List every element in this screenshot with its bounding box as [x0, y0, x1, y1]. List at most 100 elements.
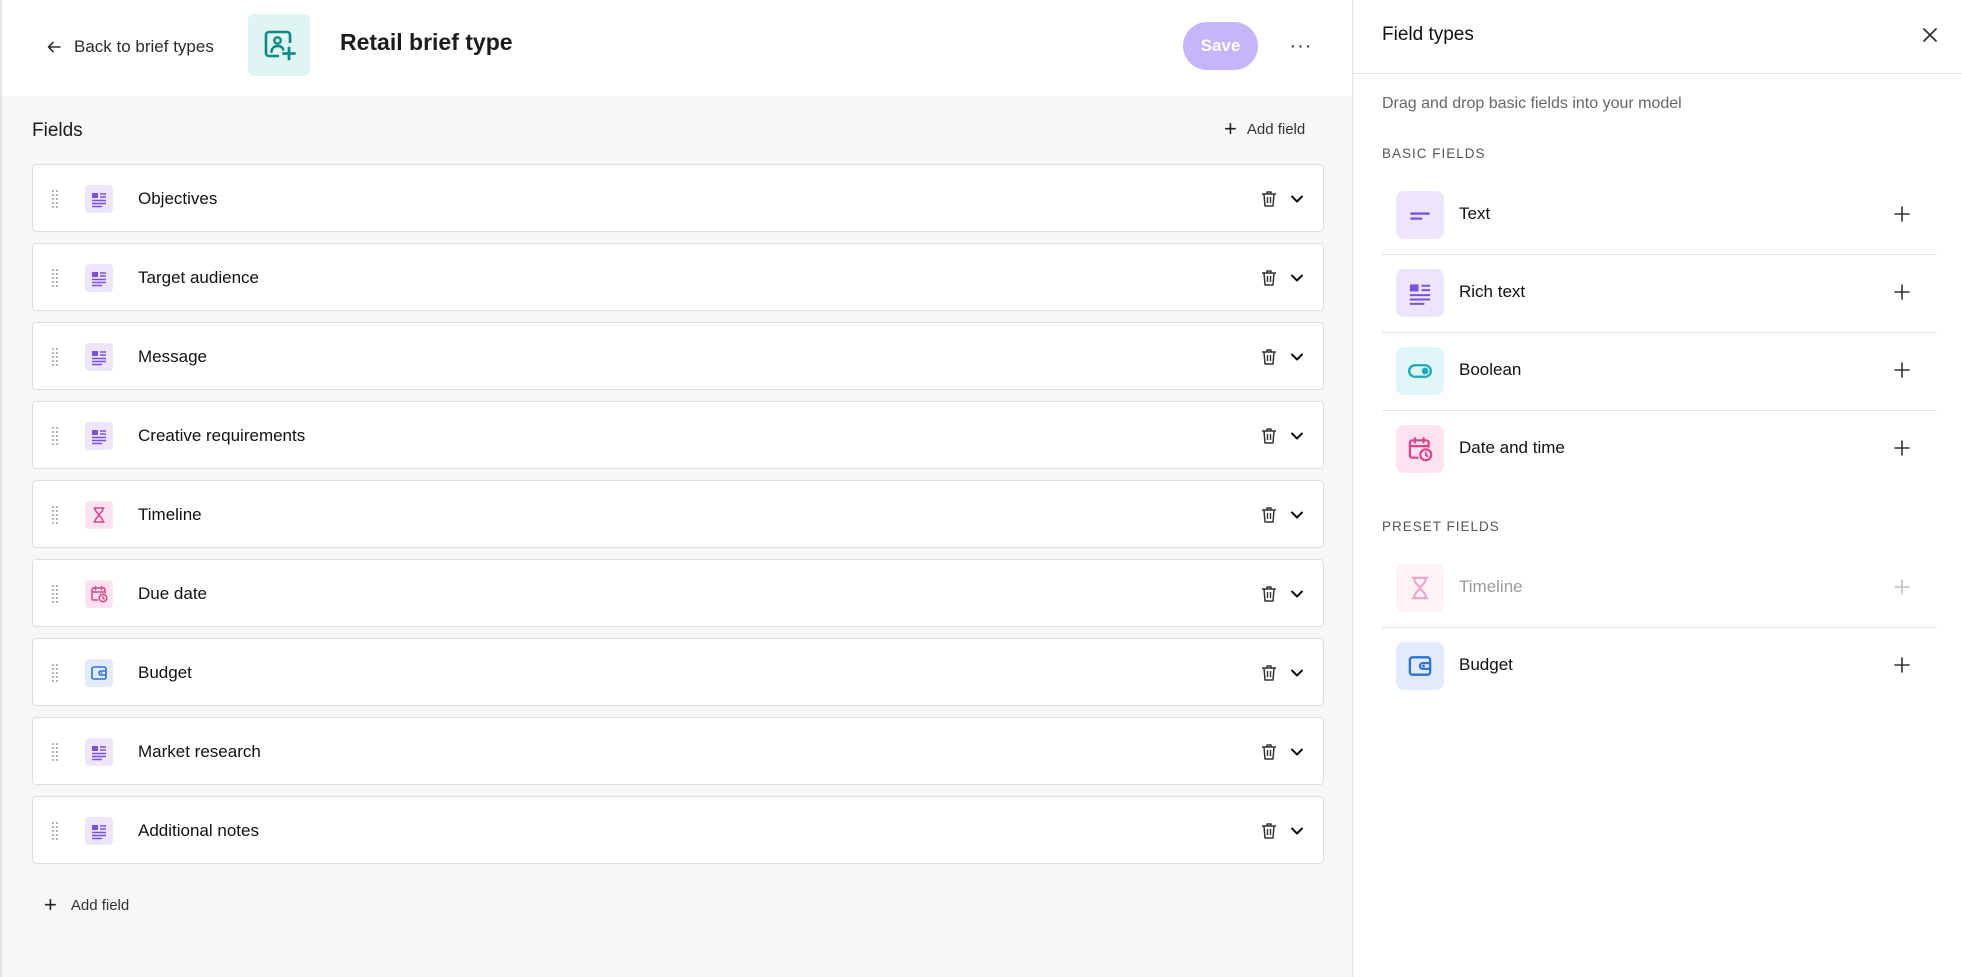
field-row[interactable]: Market research	[32, 717, 1324, 785]
expand-field-button[interactable]	[1287, 347, 1307, 367]
drag-handle-icon	[52, 506, 58, 524]
page-title: Retail brief type	[340, 29, 513, 55]
panel-description: Drag and drop basic fields into your mod…	[1382, 95, 1682, 112]
expand-field-button[interactable]	[1287, 663, 1307, 683]
field-type-item[interactable]: Boolean	[1382, 333, 1937, 411]
field-type-item[interactable]: Rich text	[1382, 255, 1937, 333]
expand-field-button[interactable]	[1287, 584, 1307, 604]
delete-field-button[interactable]	[1259, 347, 1279, 367]
field-type-item[interactable]: Text	[1382, 177, 1937, 255]
field-name: Budget	[138, 663, 192, 682]
delete-field-button[interactable]	[1259, 742, 1279, 762]
add-field-type-button[interactable]	[1892, 204, 1912, 224]
add-field-type-button[interactable]	[1892, 438, 1912, 458]
drag-handle[interactable]	[51, 505, 59, 525]
field-name: Objectives	[138, 189, 218, 208]
add-field-type-button[interactable]	[1892, 360, 1912, 380]
chevron-down-icon	[1291, 353, 1303, 361]
field-type-item[interactable]: Date and time	[1382, 411, 1937, 489]
chevron-down-icon	[1291, 195, 1303, 203]
drag-handle-icon	[52, 269, 58, 287]
expand-field-button[interactable]	[1287, 268, 1307, 288]
text-icon	[1396, 191, 1444, 239]
expand-field-button[interactable]	[1287, 426, 1307, 446]
fields-heading: Fields	[32, 120, 83, 141]
field-row[interactable]: Additional notes	[32, 796, 1324, 864]
save-button[interactable]: Save	[1183, 22, 1258, 70]
plus-icon	[1894, 206, 1910, 222]
delete-field-button[interactable]	[1259, 426, 1279, 446]
preset-fields-list: Timeline Budget	[1382, 550, 1937, 706]
add-field-type-button[interactable]	[1892, 655, 1912, 675]
delete-field-button[interactable]	[1259, 268, 1279, 288]
trash-icon	[1262, 586, 1276, 602]
drag-handle[interactable]	[51, 189, 59, 209]
trash-icon	[1262, 428, 1276, 444]
trash-icon	[1262, 349, 1276, 365]
add-field-button-bottom[interactable]: + Add field	[44, 894, 129, 916]
plus-icon	[1894, 284, 1910, 300]
plus-icon: +	[1224, 116, 1237, 141]
drag-handle[interactable]	[51, 426, 59, 446]
drag-handle[interactable]	[51, 347, 59, 367]
trash-icon	[1262, 744, 1276, 760]
rich-text-icon	[85, 264, 113, 292]
back-link-label: Back to brief types	[74, 37, 214, 56]
drag-handle[interactable]	[51, 663, 59, 683]
chevron-down-icon	[1291, 274, 1303, 282]
rich-text-icon	[85, 185, 113, 213]
rich-text-icon	[85, 343, 113, 371]
field-row[interactable]: Creative requirements	[32, 401, 1324, 469]
rich-text-icon	[85, 738, 113, 766]
close-panel-button[interactable]	[1917, 22, 1943, 48]
delete-field-button[interactable]	[1259, 663, 1279, 683]
chevron-down-icon	[1291, 511, 1303, 519]
drag-handle[interactable]	[51, 742, 59, 762]
field-row[interactable]: Due date	[32, 559, 1324, 627]
expand-field-button[interactable]	[1287, 821, 1307, 841]
delete-field-button[interactable]	[1259, 584, 1279, 604]
field-row[interactable]: Target audience	[32, 243, 1324, 311]
page-header: Back to brief types Retail brief type Sa…	[2, 0, 1352, 96]
drag-handle[interactable]	[51, 821, 59, 841]
preset-fields-label: PRESET FIELDS	[1382, 519, 1500, 534]
arrow-left-icon	[47, 41, 61, 53]
expand-field-button[interactable]	[1287, 505, 1307, 525]
field-name: Creative requirements	[138, 426, 306, 445]
drag-handle-icon	[52, 664, 58, 682]
field-name: Target audience	[138, 268, 259, 287]
basic-fields-label: BASIC FIELDS	[1382, 146, 1486, 161]
drag-handle-icon	[52, 743, 58, 761]
field-name: Additional notes	[138, 821, 259, 840]
trash-icon	[1262, 507, 1276, 523]
field-row[interactable]: Message	[32, 322, 1324, 390]
basic-fields-list: Text Rich text Boolean Date and time	[1382, 177, 1937, 489]
add-field-type-button	[1892, 577, 1912, 597]
rich-text-icon	[85, 817, 113, 845]
field-type-item[interactable]: Budget	[1382, 628, 1937, 706]
drag-handle-icon	[52, 190, 58, 208]
add-field-type-button[interactable]	[1892, 282, 1912, 302]
delete-field-button[interactable]	[1259, 505, 1279, 525]
expand-field-button[interactable]	[1287, 189, 1307, 209]
drag-handle[interactable]	[51, 584, 59, 604]
field-row[interactable]: Objectives	[32, 164, 1324, 232]
wallet-icon	[1396, 642, 1444, 690]
field-row[interactable]: Budget	[32, 638, 1324, 706]
trash-icon	[1262, 823, 1276, 839]
expand-field-button[interactable]	[1287, 742, 1307, 762]
drag-handle[interactable]	[51, 268, 59, 288]
add-field-button-top[interactable]: + Add field	[1224, 116, 1305, 141]
more-options-button[interactable]: ···	[1281, 30, 1321, 62]
field-type-name: Rich text	[1459, 282, 1526, 301]
field-type-name: Timeline	[1459, 577, 1523, 596]
drag-handle-icon	[52, 427, 58, 445]
delete-field-button[interactable]	[1259, 189, 1279, 209]
drag-handle-icon	[52, 348, 58, 366]
chevron-down-icon	[1291, 827, 1303, 835]
delete-field-button[interactable]	[1259, 821, 1279, 841]
trash-icon	[1262, 270, 1276, 286]
field-row[interactable]: Timeline	[32, 480, 1324, 548]
back-to-brief-types-link[interactable]: Back to brief types	[46, 33, 214, 61]
drag-handle-icon	[52, 822, 58, 840]
